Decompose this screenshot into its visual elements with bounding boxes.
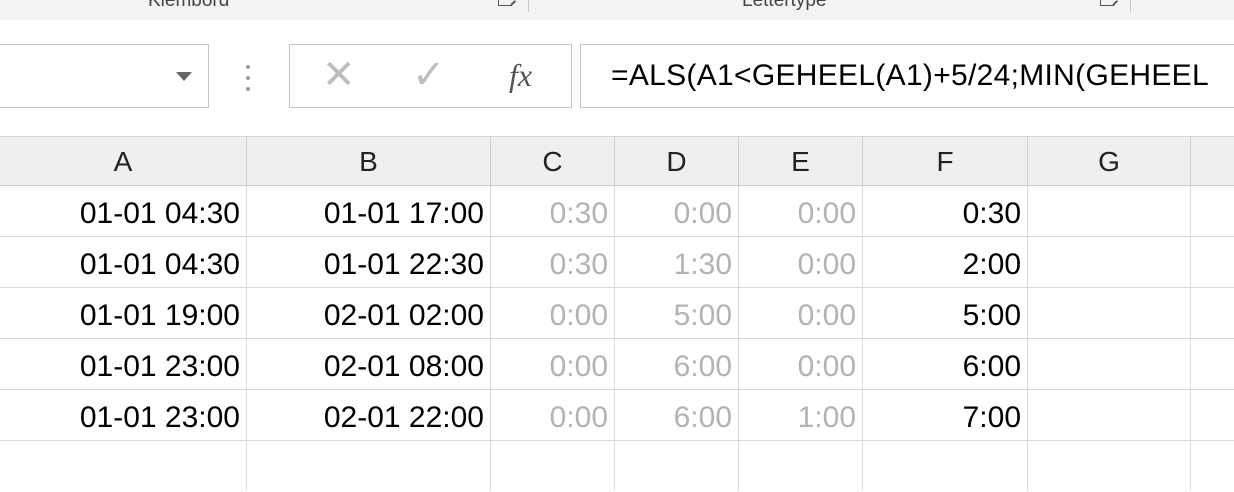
cell-e5[interactable]: 1:00	[739, 390, 863, 440]
table-row: 01-01 04:30 01-01 17:00 0:30 0:00 0:00 0…	[0, 186, 1234, 237]
column-header-f[interactable]: F	[863, 137, 1028, 185]
cell-b4[interactable]: 02-01 08:00	[247, 339, 491, 389]
cell-a1[interactable]: 01-01 04:30	[0, 186, 247, 236]
formula-text: =ALS(A1<GEHEEL(A1)+5/24;MIN(GEHEEL	[611, 59, 1209, 92]
column-header-d[interactable]: D	[615, 137, 739, 185]
name-box-dropdown-icon[interactable]	[176, 72, 192, 81]
cell-b2[interactable]: 01-01 22:30	[247, 237, 491, 287]
ribbon: Klembord Lettertype	[0, 0, 1234, 21]
name-box[interactable]	[0, 44, 209, 108]
ribbon-separator	[1130, 0, 1131, 12]
cell-e3[interactable]: 0:00	[739, 288, 863, 338]
cell-grid: 01-01 04:30 01-01 17:00 0:30 0:00 0:00 0…	[0, 186, 1234, 491]
table-row: 01-01 19:00 02-01 02:00 0:00 5:00 0:00 5…	[0, 288, 1234, 339]
cell-a6[interactable]	[0, 441, 247, 491]
table-row	[0, 441, 1234, 492]
cell-d3[interactable]: 5:00	[615, 288, 739, 338]
clipboard-dialog-launcher-icon[interactable]	[498, 0, 512, 6]
cell-d4[interactable]: 6:00	[615, 339, 739, 389]
cell-c3[interactable]: 0:00	[491, 288, 615, 338]
cell-g3[interactable]	[1028, 288, 1191, 338]
cell-e2[interactable]: 0:00	[739, 237, 863, 287]
formula-bar-area: ✕ ✓ fx =ALS(A1<GEHEEL(A1)+5/24;MIN(GEHEE…	[0, 20, 1234, 136]
cell-e6[interactable]	[739, 441, 863, 491]
cell-g2[interactable]	[1028, 237, 1191, 287]
cell-d1[interactable]: 0:00	[615, 186, 739, 236]
table-row: 01-01 23:00 02-01 08:00 0:00 6:00 0:00 6…	[0, 339, 1234, 390]
cell-g4[interactable]	[1028, 339, 1191, 389]
cell-f4[interactable]: 6:00	[863, 339, 1028, 389]
cell-b5[interactable]: 02-01 22:00	[247, 390, 491, 440]
cell-b3[interactable]: 02-01 02:00	[247, 288, 491, 338]
cell-b6[interactable]	[247, 441, 491, 491]
formula-buttons: ✕ ✓ fx	[289, 44, 572, 108]
cell-a2[interactable]: 01-01 04:30	[0, 237, 247, 287]
column-header-c[interactable]: C	[491, 137, 615, 185]
formula-bar-resize-handle[interactable]	[245, 65, 251, 91]
cell-c6[interactable]	[491, 441, 615, 491]
cell-g1[interactable]	[1028, 186, 1191, 236]
column-header-h[interactable]	[1191, 137, 1234, 185]
cell-c4[interactable]: 0:00	[491, 339, 615, 389]
column-header-b[interactable]: B	[247, 137, 491, 185]
cell-f6[interactable]	[863, 441, 1028, 491]
cell-c2[interactable]: 0:30	[491, 237, 615, 287]
table-row: 01-01 23:00 02-01 22:00 0:00 6:00 1:00 7…	[0, 390, 1234, 441]
cell-f2[interactable]: 2:00	[863, 237, 1028, 287]
cell-a3[interactable]: 01-01 19:00	[0, 288, 247, 338]
cell-e1[interactable]: 0:00	[739, 186, 863, 236]
insert-function-icon[interactable]: fx	[509, 57, 532, 94]
ribbon-separator	[528, 0, 529, 12]
cell-a5[interactable]: 01-01 23:00	[0, 390, 247, 440]
table-row: 01-01 04:30 01-01 22:30 0:30 1:30 0:00 2…	[0, 237, 1234, 288]
cell-f5[interactable]: 7:00	[863, 390, 1028, 440]
ribbon-group-font-label: Lettertype	[742, 0, 827, 11]
cell-a4[interactable]: 01-01 23:00	[0, 339, 247, 389]
cell-d2[interactable]: 1:30	[615, 237, 739, 287]
column-header-g[interactable]: G	[1028, 137, 1191, 185]
cell-g5[interactable]	[1028, 390, 1191, 440]
font-dialog-launcher-icon[interactable]	[1100, 0, 1114, 6]
column-header-e[interactable]: E	[739, 137, 863, 185]
cell-e4[interactable]: 0:00	[739, 339, 863, 389]
column-header-a[interactable]: A	[0, 137, 247, 185]
cell-d5[interactable]: 6:00	[615, 390, 739, 440]
cell-c5[interactable]: 0:00	[491, 390, 615, 440]
cell-c1[interactable]: 0:30	[491, 186, 615, 236]
cell-b1[interactable]: 01-01 17:00	[247, 186, 491, 236]
cell-d6[interactable]	[615, 441, 739, 491]
cell-f3[interactable]: 5:00	[863, 288, 1028, 338]
ribbon-group-clipboard-label: Klembord	[148, 0, 230, 11]
cell-f1[interactable]: 0:30	[863, 186, 1028, 236]
cell-g6[interactable]	[1028, 441, 1191, 491]
formula-input[interactable]: =ALS(A1<GEHEEL(A1)+5/24;MIN(GEHEEL	[580, 44, 1234, 108]
cancel-icon[interactable]: ✕	[322, 55, 356, 95]
enter-icon[interactable]: ✓	[412, 55, 446, 95]
column-headers: A B C D E F G	[0, 136, 1234, 186]
